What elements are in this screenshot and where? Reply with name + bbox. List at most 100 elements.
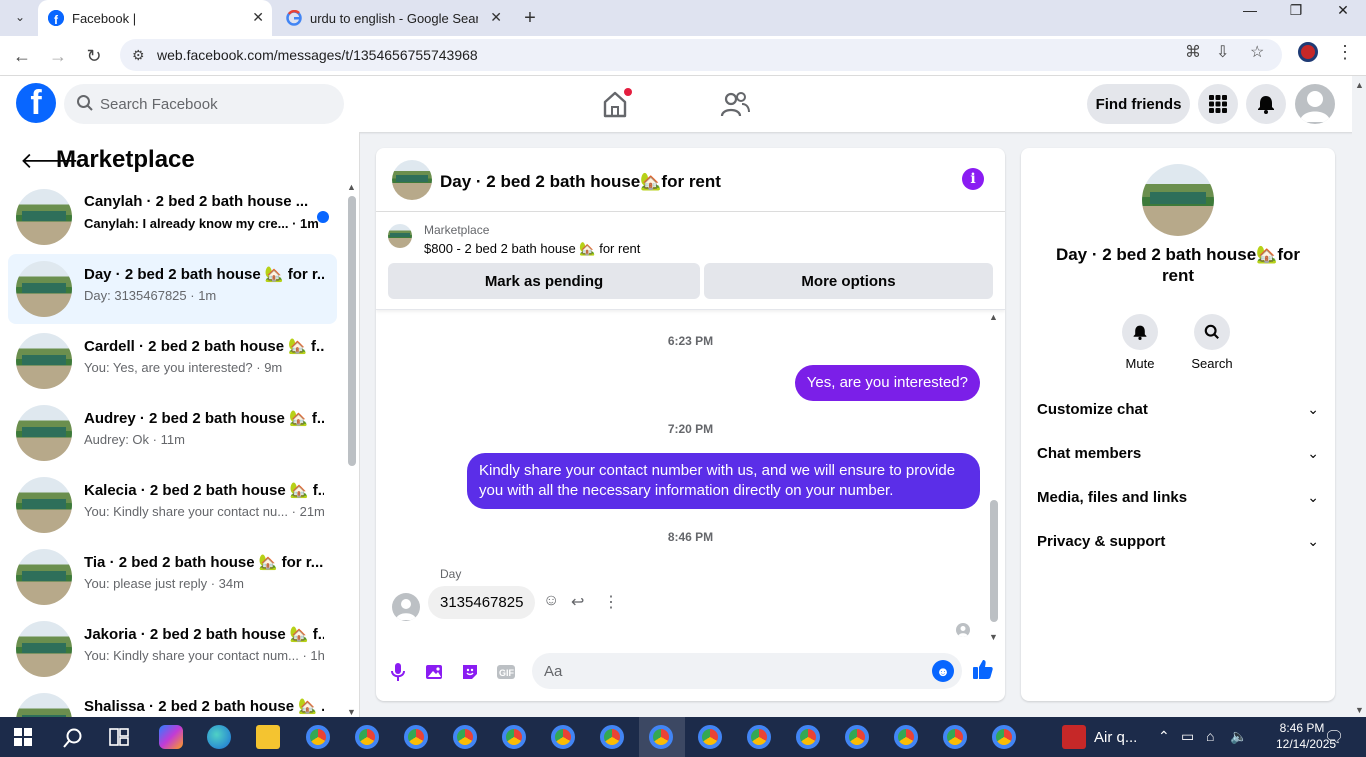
chrome-profile-icon[interactable]: [551, 725, 575, 749]
chrome-profile-icon[interactable]: [502, 725, 526, 749]
message-input[interactable]: [544, 653, 924, 689]
attach-photo-icon[interactable]: [422, 660, 446, 684]
conversation-item[interactable]: Audrey · 2 bed 2 bath house 🏡 f... Audre…: [8, 398, 337, 468]
search-icon[interactable]: [62, 727, 84, 749]
tab-list-dropdown-icon[interactable]: ⌄: [6, 4, 34, 30]
conversation-item[interactable]: Cardell · 2 bed 2 bath house 🏡 f... You:…: [8, 326, 337, 396]
chrome-profile-icon[interactable]: [355, 725, 379, 749]
scrollbar-thumb[interactable]: [348, 196, 356, 466]
chat-title[interactable]: Day · 2 bed 2 bath house🏡for rent: [440, 172, 721, 192]
chrome-profile-icon[interactable]: [600, 725, 624, 749]
conversations-scrollbar[interactable]: ▲ ▼: [346, 182, 358, 717]
friends-icon[interactable]: [720, 90, 750, 118]
gif-icon[interactable]: GIF: [494, 660, 518, 684]
scroll-down-icon[interactable]: ▼: [347, 707, 356, 717]
conversation-item[interactable]: Shalissa · 2 bed 2 bath house 🏡 ...: [8, 686, 337, 717]
chrome-profile-icon[interactable]: [404, 725, 428, 749]
close-tab-icon[interactable]: ✕: [252, 9, 264, 26]
reload-icon[interactable]: ↻: [80, 42, 108, 70]
scroll-down-icon[interactable]: ▼: [989, 632, 998, 642]
outgoing-message[interactable]: Yes, are you interested?: [794, 365, 980, 401]
scroll-down-icon[interactable]: ▼: [1355, 705, 1364, 715]
account-avatar[interactable]: [1295, 84, 1335, 124]
chrome-profile-icon[interactable]: [796, 725, 820, 749]
chat-members-section[interactable]: Chat members ⌄: [1021, 433, 1335, 477]
file-explorer-icon[interactable]: [256, 725, 280, 749]
customize-chat-section[interactable]: Customize chat ⌄: [1021, 389, 1335, 433]
chrome-profile-icon[interactable]: [943, 725, 967, 749]
close-window-icon[interactable]: ✕: [1320, 0, 1366, 20]
tab-google-search[interactable]: urdu to english - Google Search ✕: [276, 0, 510, 36]
chrome-profile-icon[interactable]: [747, 725, 771, 749]
chat-avatar[interactable]: [392, 160, 432, 200]
volume-icon[interactable]: 🔈: [1230, 728, 1247, 745]
media-files-links-section[interactable]: Media, files and links ⌄: [1021, 477, 1335, 521]
sender-avatar[interactable]: [392, 593, 420, 621]
air-quality-icon[interactable]: [1062, 725, 1086, 749]
conversation-item-selected[interactable]: Day · 2 bed 2 bath house 🏡 for r... Day:…: [8, 254, 337, 324]
incoming-message[interactable]: 3135467825: [428, 586, 536, 619]
chrome-profile-icon[interactable]: [698, 725, 722, 749]
voice-clip-icon[interactable]: [386, 660, 410, 684]
chrome-profile-icon[interactable]: [649, 725, 673, 749]
translate-icon[interactable]: ⌘: [1185, 42, 1201, 62]
facebook-logo-icon[interactable]: f: [16, 83, 56, 123]
copilot-icon[interactable]: [159, 725, 183, 749]
conversation-item[interactable]: Kalecia · 2 bed 2 bath house 🏡 f... You:…: [8, 470, 337, 540]
edge-browser-icon[interactable]: [207, 725, 231, 749]
air-quality-text[interactable]: Air q...: [1094, 729, 1137, 746]
browser-profile-icon[interactable]: [1298, 42, 1318, 62]
react-emoji-icon[interactable]: ☺: [543, 592, 559, 610]
notifications-bell-icon[interactable]: [1246, 84, 1286, 124]
privacy-support-section[interactable]: Privacy & support ⌄: [1021, 521, 1335, 565]
browser-menu-icon[interactable]: ⋮: [1336, 42, 1354, 63]
conversation-item[interactable]: Jakoria · 2 bed 2 bath house 🏡 f... You:…: [8, 614, 337, 684]
chrome-profile-icon[interactable]: [306, 725, 330, 749]
message-input-wrapper[interactable]: ☻: [532, 653, 962, 689]
omnibox[interactable]: ⚙ web.facebook.com/messages/t/1354656755…: [120, 39, 1282, 71]
mute-button[interactable]: Mute: [1110, 314, 1170, 371]
chrome-profile-icon[interactable]: [453, 725, 477, 749]
taskbar-clock[interactable]: 8:46 PM 12/14/2025: [1276, 720, 1336, 752]
search-icon[interactable]: [1194, 314, 1230, 350]
install-app-icon[interactable]: ⇩: [1216, 42, 1229, 62]
more-actions-icon[interactable]: ⋮: [603, 592, 619, 612]
close-tab-icon[interactable]: ✕: [490, 9, 502, 26]
emoji-picker-icon[interactable]: ☻: [932, 660, 954, 682]
tab-facebook[interactable]: f Facebook | ✕: [38, 0, 272, 36]
back-icon[interactable]: ←: [8, 42, 36, 70]
conversation-item[interactable]: Tia · 2 bed 2 bath house 🏡 for r... You:…: [8, 542, 337, 612]
site-info-icon[interactable]: ⚙: [132, 47, 145, 64]
menu-grid-icon[interactable]: [1198, 84, 1238, 124]
new-tab-icon[interactable]: +: [520, 0, 540, 36]
scroll-up-icon[interactable]: ▲: [1355, 80, 1364, 90]
sticker-icon[interactable]: [458, 660, 482, 684]
thumbs-up-like-icon[interactable]: [972, 658, 994, 686]
bookmark-star-icon[interactable]: ☆: [1250, 42, 1264, 62]
page-scrollbar[interactable]: ▲ ▼: [1352, 76, 1366, 717]
facebook-search[interactable]: [64, 84, 344, 124]
chrome-profile-icon[interactable]: [845, 725, 869, 749]
outgoing-message[interactable]: Kindly share your contact number with us…: [467, 453, 980, 509]
listing-text[interactable]: $800 - 2 bed 2 bath house 🏡 for rent: [424, 241, 640, 257]
search-in-conversation-button[interactable]: Search: [1182, 314, 1242, 371]
mark-as-pending-button[interactable]: Mark as pending: [388, 263, 700, 299]
listing-thumbnail[interactable]: [388, 224, 412, 248]
info-icon[interactable]: i: [962, 168, 984, 190]
bell-icon[interactable]: [1122, 314, 1158, 350]
battery-icon[interactable]: ▭: [1181, 728, 1194, 745]
more-options-button[interactable]: More options: [704, 263, 993, 299]
chrome-profile-icon[interactable]: [992, 725, 1016, 749]
search-input[interactable]: [100, 84, 330, 124]
network-icon[interactable]: ⌂: [1206, 728, 1214, 744]
conversation-item[interactable]: Canylah · 2 bed 2 bath house ... Canylah…: [8, 182, 337, 252]
minimize-icon[interactable]: —: [1227, 0, 1273, 20]
task-view-icon[interactable]: [109, 728, 129, 746]
find-friends-button[interactable]: Find friends: [1087, 84, 1190, 124]
chrome-profile-icon[interactable]: [894, 725, 918, 749]
chat-scrollbar[interactable]: ▲ ▼: [988, 310, 1000, 642]
restore-icon[interactable]: ❐: [1273, 0, 1319, 20]
scrollbar-thumb[interactable]: [990, 500, 998, 622]
home-icon[interactable]: [600, 88, 632, 118]
listing-photo[interactable]: [1142, 164, 1214, 236]
